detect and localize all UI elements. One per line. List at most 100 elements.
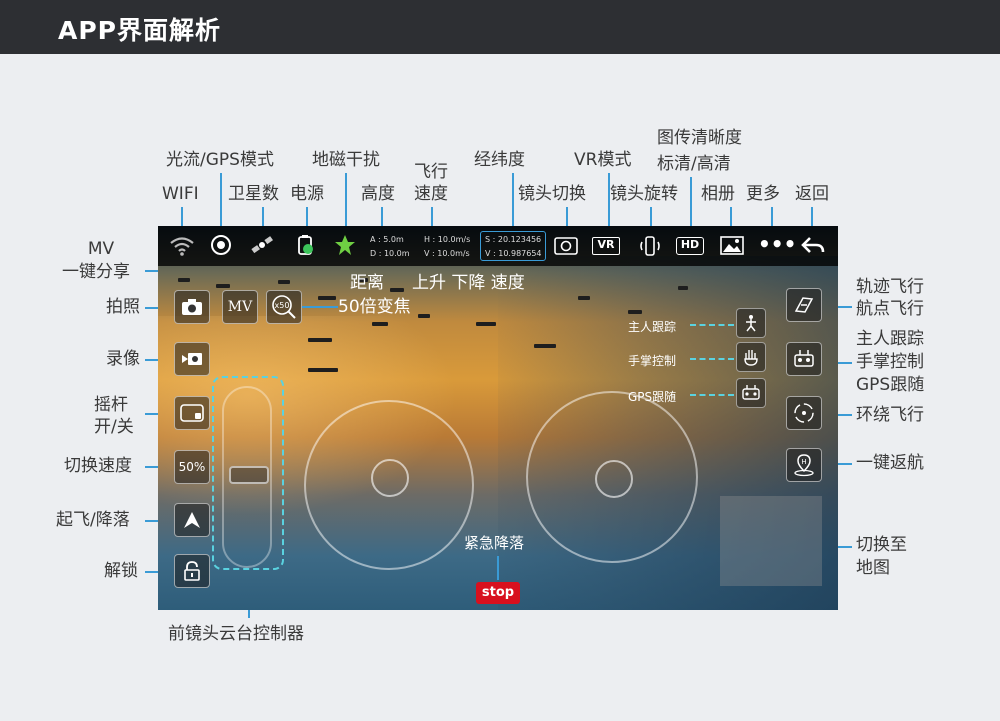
telemetry-latitude: S : 20.123456 [485,235,542,244]
boat [678,286,688,290]
takeoff-arrow-icon [184,512,200,528]
connector-emergency [497,556,499,580]
drone-camera-view: A : 5.0m D : 10.0m H : 10.0m/s V : 10.0m… [158,226,838,610]
orbit-flight-button[interactable] [786,396,822,430]
boat [178,278,190,282]
label-flight-speed-1: 飞行 [414,162,448,182]
telemetry-horizontal-speed: H : 10.0m/s [424,235,471,244]
boat [278,280,290,284]
track-flight-button[interactable] [786,288,822,322]
lock-icon [184,561,200,581]
compass-star-icon [332,234,358,258]
label-follow-1: 主人跟踪 [856,329,924,349]
orbit-icon [794,403,814,423]
follow-person-icon [746,315,756,332]
connector-zoom [302,306,338,308]
boat [578,296,590,300]
back-arrow-icon[interactable] [798,234,828,258]
right-joystick-knob[interactable] [595,460,633,498]
boat [628,310,642,314]
label-follow-3: GPS跟随 [856,375,925,395]
label-wifi: WIFI [162,184,199,204]
label-return-home: 一键返航 [856,453,924,473]
lens-rotate-icon[interactable] [636,234,664,258]
lens-switch-icon[interactable] [552,234,580,258]
gps-follow-label: GPS跟随 [628,390,677,404]
label-back: 返回 [795,184,829,204]
video-camera-icon [182,353,202,365]
label-flight-speed-2: 速度 [414,184,448,204]
label-track-2: 航点飞行 [856,299,924,319]
remote-control-icon [794,350,814,367]
joystick-toggle-button[interactable] [174,396,210,430]
map-thumbnail[interactable] [720,496,822,586]
boat [308,338,332,342]
camera-icon [182,299,202,315]
palm-icon [744,350,758,366]
label-updown-speed: 上升 下降 速度 [412,273,525,293]
follow-owner-button[interactable] [736,308,766,338]
label-more: 更多 [746,184,780,204]
boat [418,314,430,318]
label-joystick-1: 摇杆 [94,395,128,415]
palm-control-button[interactable] [736,342,766,372]
hd-quality-button[interactable]: HD [676,234,706,258]
vr-icon: VR [592,237,620,255]
gimbal-highlight [212,376,284,570]
boat [534,344,556,348]
boat [308,368,338,372]
home-pin-icon: H [794,454,814,477]
label-mv-2: 一键分享 [62,262,130,282]
palm-control-label: 手掌控制 [628,354,677,368]
label-track-1: 轨迹飞行 [856,277,924,297]
joystick-toggle-icon [180,404,204,422]
more-icon[interactable]: ••• [758,234,796,258]
follow-mode-button[interactable] [786,342,822,376]
video-button[interactable] [174,342,210,376]
label-vr-mode: VR模式 [574,150,632,170]
boat [476,322,496,326]
gps-follow-button[interactable] [736,378,766,408]
label-distance: 距离 [350,273,384,293]
telemetry-altitude: A : 5.0m [370,235,404,244]
emergency-stop-button[interactable]: stop [476,582,520,604]
connector-lat-lon [512,173,514,231]
label-height: 高度 [361,184,395,204]
page-header: APP界面解析 [0,0,1000,54]
album-icon[interactable] [718,234,746,258]
left-joystick-knob[interactable] [371,459,409,497]
takeoff-land-button[interactable] [174,503,210,537]
label-geomagnetic: 地磁干扰 [312,150,380,170]
label-power: 电源 [290,184,324,204]
gps-remote-icon [742,385,760,400]
boat [372,322,388,326]
zoom-button[interactable]: x50 [266,290,302,324]
label-emergency: 紧急降落 [464,534,525,552]
boat [390,288,404,292]
telemetry-vertical-speed: V : 10.0m/s [424,249,470,258]
label-gimbal: 前镜头云台控制器 [168,624,304,644]
unlock-button[interactable] [174,554,210,588]
label-satellites: 卫星数 [228,184,279,204]
label-joystick-2: 开/关 [94,417,134,437]
label-zoom: 50倍变焦 [338,297,411,317]
label-album: 相册 [701,184,735,204]
label-photo: 拍照 [106,297,140,317]
label-switch-map-2: 地图 [856,558,890,578]
label-orbit: 环绕飞行 [856,405,924,425]
vr-mode-button[interactable]: VR [592,234,622,258]
label-mv-1: MV [87,239,115,259]
satellite-icon [248,234,276,258]
zoom-text: x50 [275,301,290,310]
label-switch-speed: 切换速度 [64,456,132,476]
label-switch-map-1: 切换至 [856,535,907,555]
boat [216,284,230,288]
page-title: APP界面解析 [58,16,221,45]
speed-toggle-button[interactable]: 50% [174,450,210,484]
return-home-button[interactable]: H [786,448,822,482]
telemetry-longitude: V : 10.987654 [485,249,542,258]
label-lens-rotate: 镜头旋转 [610,184,678,204]
photo-button[interactable] [174,290,210,324]
mv-share-button[interactable]: MV [222,290,258,324]
optical-flow-icon [208,234,234,258]
